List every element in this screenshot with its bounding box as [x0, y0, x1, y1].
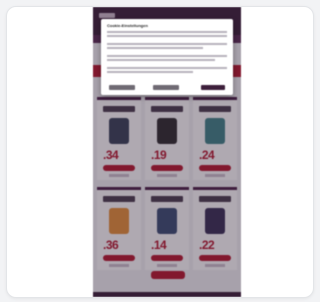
dialog-text-line	[107, 55, 227, 57]
dialog-title: Cookie-Einstellungen	[107, 23, 148, 28]
dialog-text-line	[107, 43, 227, 45]
settings-button[interactable]	[153, 85, 179, 90]
cookie-consent-dialog: Cookie-Einstellungen	[101, 19, 233, 95]
dialog-text-line	[107, 71, 193, 73]
preview-card: .34 .19 .24 .36 .14 .22 Cookie-Einstellu…	[6, 6, 314, 298]
accept-button[interactable]	[201, 85, 225, 90]
reject-button[interactable]	[109, 85, 135, 90]
dialog-text-line	[107, 35, 227, 37]
website-screenshot: .34 .19 .24 .36 .14 .22 Cookie-Einstellu…	[93, 7, 241, 297]
dialog-text-line	[107, 59, 215, 61]
dialog-text-line	[107, 31, 227, 33]
dialog-text-line	[107, 47, 203, 49]
dialog-text-line	[107, 67, 227, 69]
